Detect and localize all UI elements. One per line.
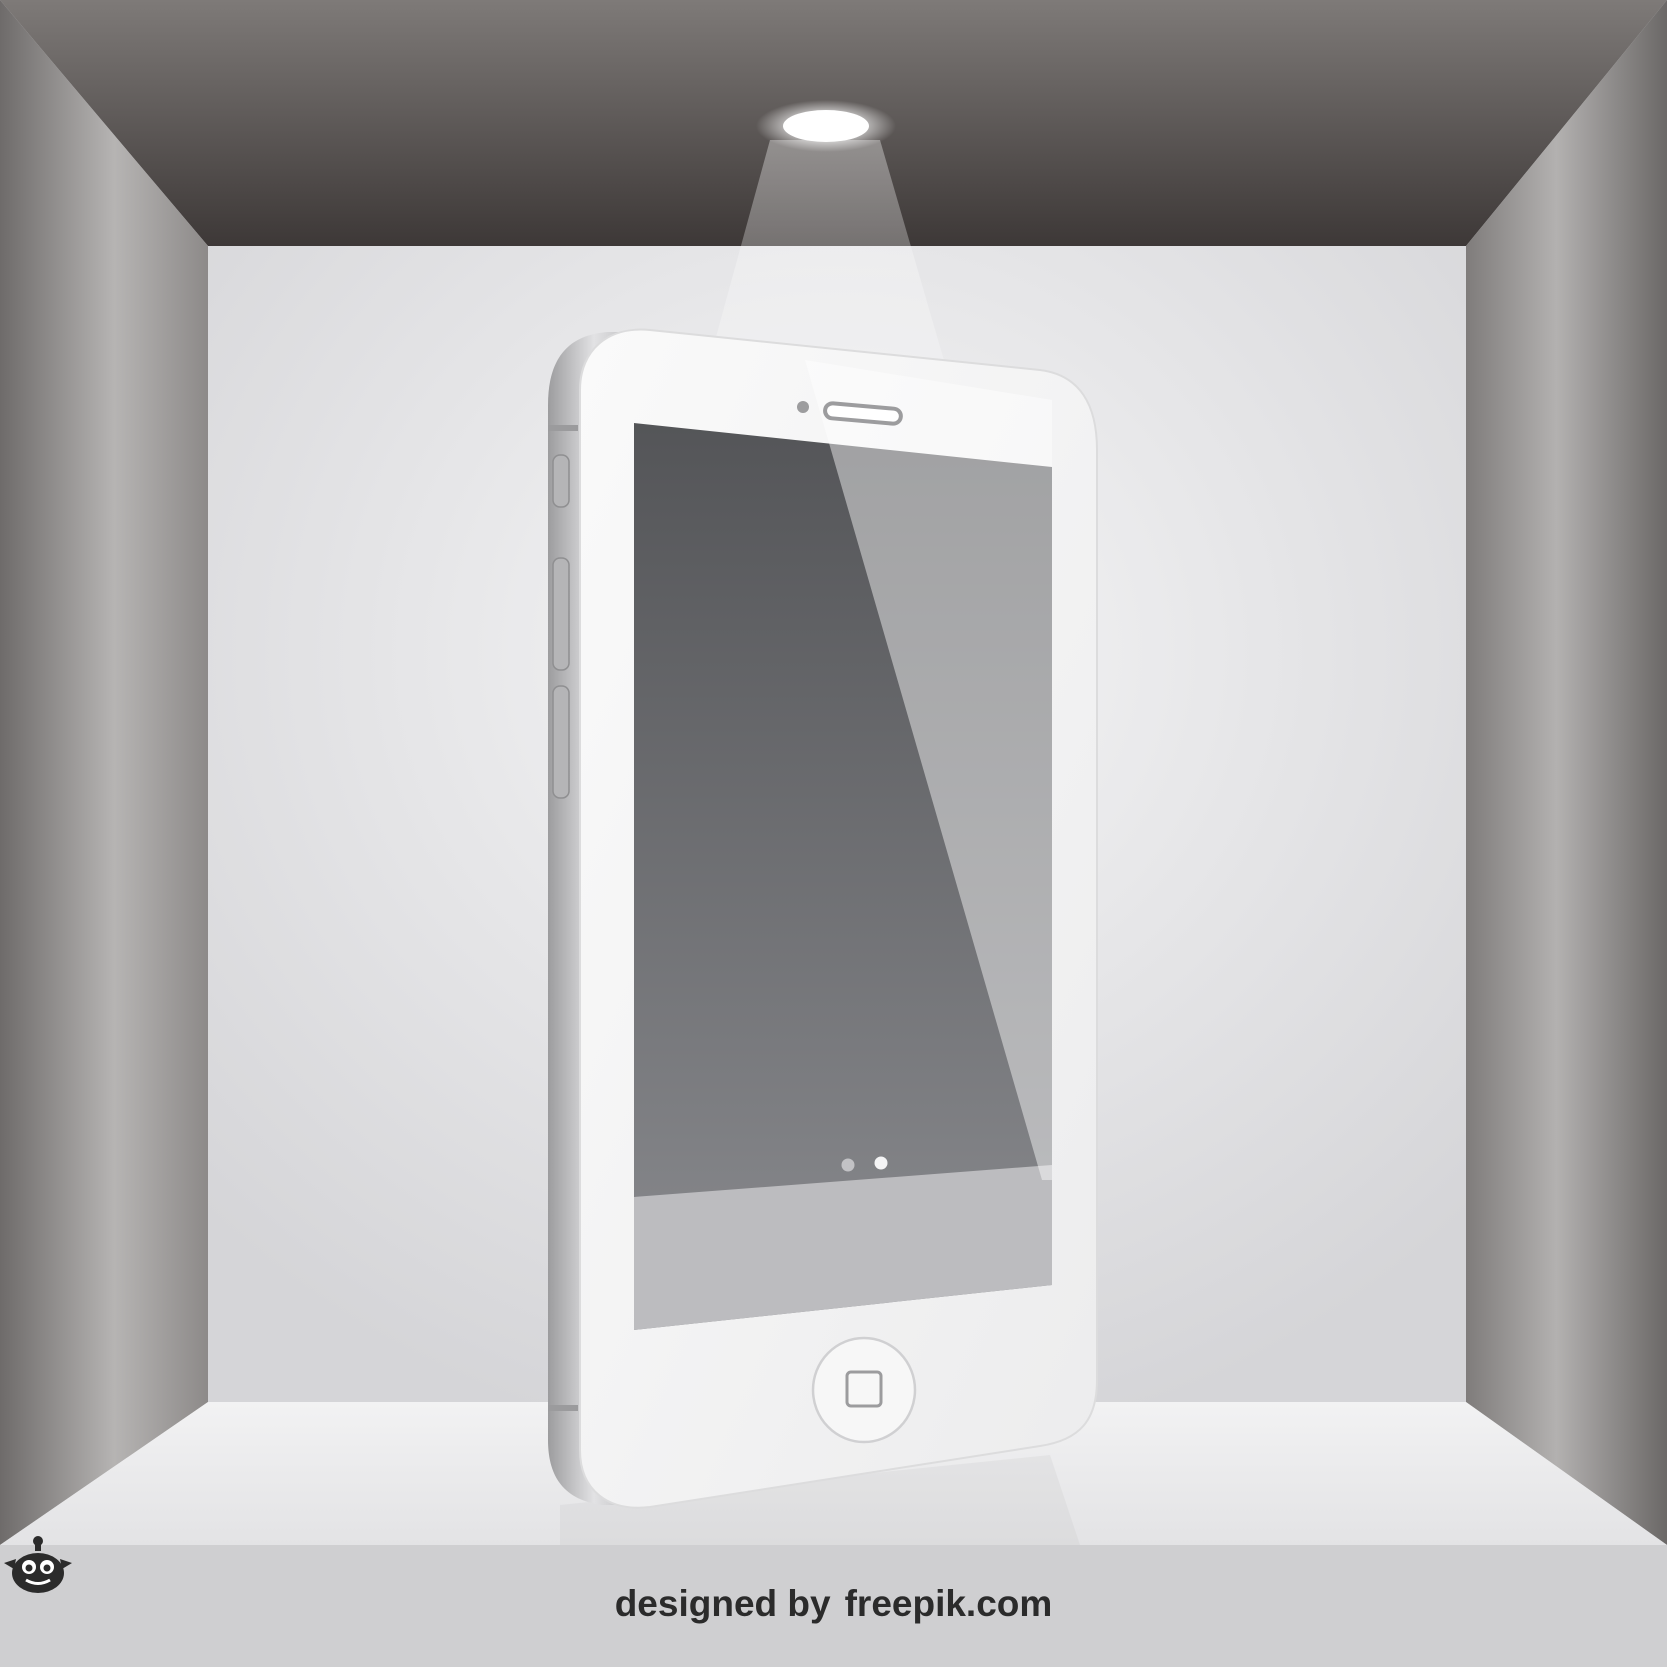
antenna-band-top [548, 425, 578, 431]
designed-by-text: designed by [614, 1583, 831, 1624]
freepik-mascot-icon [4, 1536, 72, 1593]
ceiling-lamp [783, 110, 869, 142]
footer-credit: designed by freepik.com [0, 1536, 1667, 1667]
page-dot-active [874, 1156, 888, 1170]
showcase-scene: designed by freepik.com [0, 0, 1667, 1667]
left-wall [0, 0, 208, 1545]
page-dot [841, 1158, 855, 1172]
antenna-band-bottom [548, 1405, 578, 1411]
front-camera [797, 401, 809, 413]
brand-text[interactable]: freepik.com [845, 1583, 1053, 1625]
room-illustration [0, 0, 1667, 1667]
volume-up-button[interactable] [552, 557, 570, 671]
right-wall [1466, 0, 1667, 1545]
mute-switch[interactable] [552, 454, 570, 508]
volume-down-button[interactable] [552, 685, 570, 799]
home-button[interactable] [811, 1336, 917, 1444]
